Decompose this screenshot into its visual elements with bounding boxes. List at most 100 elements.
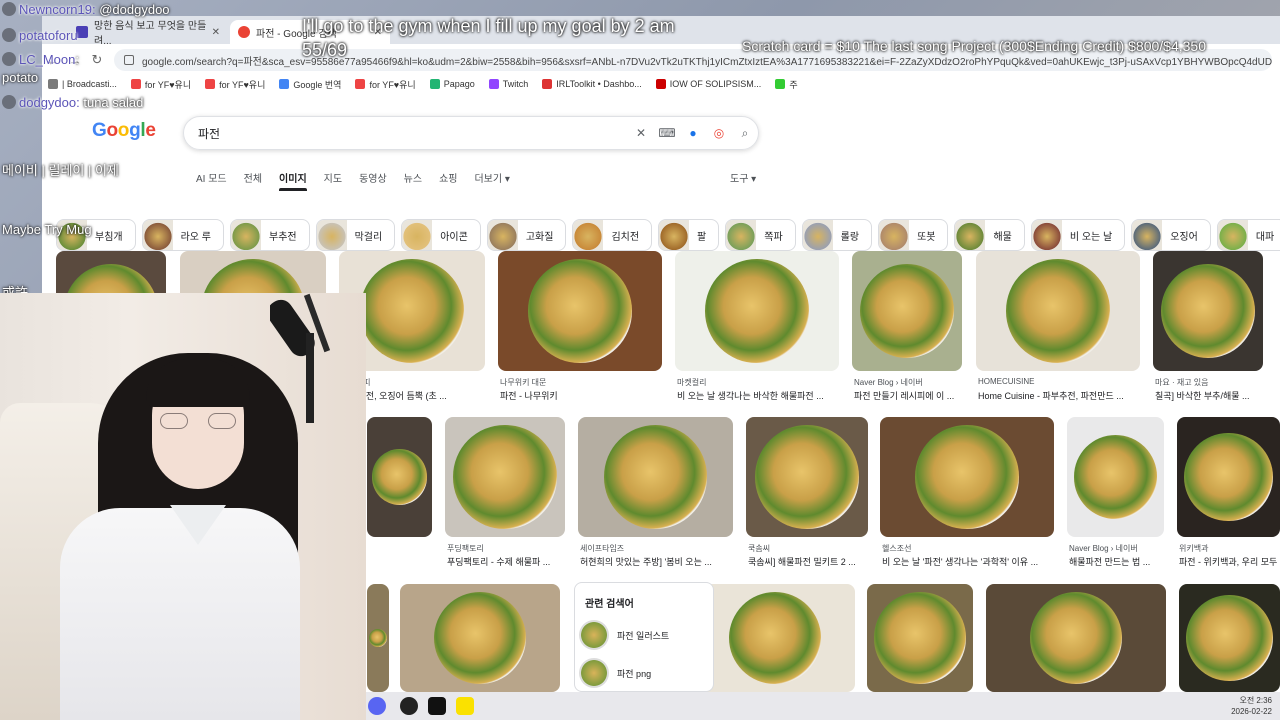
chip-thumbnail — [955, 220, 986, 250]
image-result[interactable] — [675, 251, 839, 371]
google-logo[interactable]: Google — [92, 120, 156, 142]
result-source[interactable]: 헬스조선 — [882, 543, 1056, 554]
result-source[interactable]: 세이프타임즈 — [580, 543, 735, 554]
image-result[interactable] — [986, 584, 1166, 692]
bookmark-item[interactable]: for YF♥유니 — [355, 78, 416, 91]
filter-chip[interactable]: 부추전 — [230, 219, 310, 251]
result-caption[interactable]: 푸딩팩토리 - 수제 해물파 ... — [447, 555, 567, 568]
search-input[interactable]: 파전 ✕ ⌨ ● ◎ ⌕ — [183, 116, 759, 150]
filter-chip[interactable]: 해물 — [954, 219, 1025, 251]
filter-chip[interactable]: 아이콘 — [401, 219, 481, 251]
result-source[interactable]: 쿡솜씨 — [748, 543, 870, 554]
image-result[interactable] — [867, 584, 973, 692]
tools-button[interactable]: 도구 ▾ — [730, 170, 756, 185]
filter-chip[interactable]: 김치전 — [572, 219, 653, 251]
bookmark-item[interactable]: IRLToolkit • Dashbo... — [542, 79, 642, 89]
chip-label: 막걸리 — [354, 231, 383, 243]
bookmark-label: Twitch — [502, 79, 529, 89]
search-tab[interactable]: 쇼핑 — [439, 168, 457, 202]
result-caption[interactable]: 비 오는 날 '파전' 생각나는 '과학적' 이유 ... — [882, 555, 1056, 568]
filter-chip[interactable]: 또봇 — [878, 219, 949, 251]
bookmark-item[interactable]: for YF♥유니 — [130, 78, 191, 91]
image-result[interactable] — [1153, 251, 1263, 371]
bookmark-item[interactable]: 주 — [775, 78, 798, 91]
search-icon[interactable]: ⌕ — [732, 126, 758, 141]
close-tab-icon[interactable]: ✕ — [212, 27, 220, 38]
filter-chip[interactable]: 비 오는 날 — [1030, 219, 1126, 251]
pancake-image — [874, 592, 966, 684]
image-result[interactable] — [445, 417, 565, 537]
search-tab[interactable]: AI 모드 — [196, 168, 227, 202]
filter-chip[interactable]: 라오 루 — [141, 219, 224, 251]
chat-text: potato — [2, 70, 39, 85]
pancake-image — [1029, 591, 1123, 685]
bookmark-item[interactable]: Papago — [429, 79, 475, 89]
result-caption[interactable]: Home Cuisine - 파부추전, 파전만드 ... — [978, 389, 1142, 402]
tab-food[interactable]: 망한 음식 보고 무엇을 만들려... ✕ — [68, 20, 228, 47]
filter-chip[interactable]: 쪽파 — [725, 219, 796, 251]
logo-letter: G — [92, 120, 107, 141]
chat-username: Newncorn19: — [19, 2, 96, 17]
filter-chip[interactable]: 고화질 — [486, 219, 567, 251]
app-icon[interactable] — [428, 697, 446, 715]
related-item[interactable]: 파전 일러스트 — [579, 619, 709, 651]
result-caption[interactable]: 비 오는 날 생각나는 바삭한 해물파전 ... — [677, 389, 841, 402]
bookmark-item[interactable]: for YF♥유니 — [205, 78, 265, 91]
search-tab[interactable]: 동영상 — [359, 168, 387, 202]
reload-icon[interactable]: ↻ — [86, 52, 108, 68]
result-caption[interactable]: 파전 - 나무위키 — [500, 389, 664, 402]
filter-chip[interactable]: 롤랑 — [801, 219, 873, 251]
search-tab[interactable]: 이미지 — [279, 168, 307, 202]
image-result[interactable] — [1067, 417, 1164, 537]
filter-chip[interactable]: 오징어 — [1131, 219, 1211, 251]
image-result[interactable] — [367, 584, 389, 692]
result-caption[interactable]: 파전 만들기 레시피에 이 ... — [854, 389, 964, 402]
result-source[interactable]: 나무위키 대문 — [500, 377, 664, 388]
related-item[interactable]: 파전 png — [579, 657, 709, 689]
bookmark-item[interactable]: | Broadcasti... — [48, 79, 117, 89]
kakaotalk-icon[interactable] — [456, 697, 474, 715]
microphone-icon[interactable]: ● — [680, 126, 706, 140]
image-result[interactable] — [578, 417, 733, 537]
image-result[interactable] — [400, 584, 560, 692]
search-tab[interactable]: 더보기 ▾ — [474, 168, 509, 202]
result-source[interactable]: 푸딩팩토리 — [447, 543, 567, 554]
image-result[interactable] — [367, 417, 432, 537]
result-caption[interactable]: 파전 - 위키백과, 우리 모두 ... — [1179, 555, 1280, 568]
obs-icon[interactable] — [400, 697, 418, 715]
result-caption[interactable]: 해물파전 만드는 법 ... — [1069, 555, 1166, 568]
bookmark-label: 주 — [789, 79, 798, 90]
bookmark-label: IOW OF SOLIPSISM... — [669, 79, 762, 89]
bookmark-item[interactable]: Twitch — [488, 79, 529, 89]
image-result[interactable] — [695, 584, 855, 692]
pancake-image — [453, 425, 557, 529]
image-result[interactable] — [852, 251, 962, 371]
image-result[interactable] — [746, 417, 868, 537]
image-result[interactable] — [1179, 584, 1280, 692]
clear-icon[interactable]: ✕ — [628, 126, 654, 140]
search-tab[interactable]: 전체 — [244, 168, 262, 202]
result-caption[interactable]: 쿡솜씨] 해물파전 밀키트 2 ... — [748, 555, 870, 568]
discord-icon[interactable] — [368, 697, 386, 715]
lens-icon[interactable]: ◎ — [706, 126, 732, 140]
filter-chip[interactable]: 팔 — [658, 219, 720, 251]
result-source[interactable]: 마켓컬리 — [677, 377, 841, 388]
filter-chip[interactable]: 막걸리 — [315, 219, 396, 251]
keyboard-icon[interactable]: ⌨ — [654, 126, 680, 140]
result-source[interactable]: 위키백과 — [1179, 543, 1280, 554]
result-source[interactable]: Naver Blog › 네이버 — [854, 377, 964, 388]
image-result[interactable] — [498, 251, 662, 371]
result-source[interactable]: HOMECUISINE — [978, 377, 1142, 386]
bookmark-item[interactable]: Google 번역 — [279, 78, 341, 91]
search-tab[interactable]: 지도 — [324, 168, 342, 202]
search-tab[interactable]: 뉴스 — [404, 168, 422, 202]
image-result[interactable] — [880, 417, 1054, 537]
filter-chip[interactable]: 대파 — [1216, 219, 1280, 251]
image-result[interactable] — [1177, 417, 1280, 537]
result-caption[interactable]: 칠곡] 바삭한 부추/해물 ... — [1155, 389, 1265, 402]
result-source[interactable]: Naver Blog › 네이버 — [1069, 543, 1166, 554]
image-result[interactable] — [976, 251, 1140, 371]
result-caption[interactable]: 허현희의 맛있는 주방] '봄비 오는 ... — [580, 555, 735, 568]
result-source[interactable]: 마요 · 재고 있음 — [1155, 377, 1265, 388]
bookmark-item[interactable]: IOW OF SOLIPSISM... — [655, 79, 762, 89]
